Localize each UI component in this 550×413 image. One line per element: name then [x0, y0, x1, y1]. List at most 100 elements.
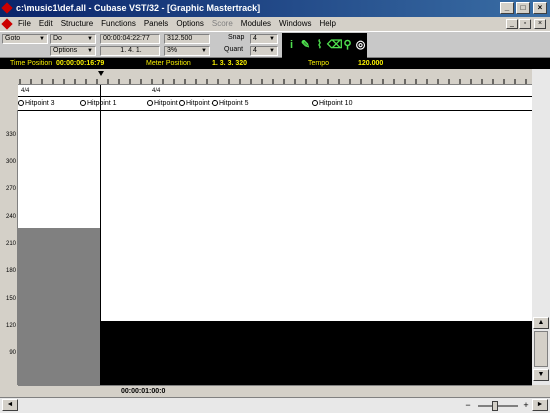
y-tick: 330 — [5, 132, 16, 138]
y-tick: 150 — [5, 296, 16, 302]
zoom-slider-thumb[interactable] — [492, 401, 498, 411]
hitpoint-marker[interactable]: Hitpoint 10 — [312, 100, 352, 107]
document-icon[interactable] — [1, 18, 13, 30]
snap-label: Snap — [228, 34, 245, 41]
ruler-ticks — [19, 71, 527, 84]
tempo-graph-area[interactable]: 4/4 4/4 Hitpoint 3 Hitpoint 1 Hitpoint 2… — [18, 85, 532, 385]
y-tick: 120 — [5, 323, 16, 329]
eraser-tool-icon[interactable]: ⌫ — [327, 35, 343, 55]
meter-position-value: 1. 3. 3. 320 — [212, 60, 248, 67]
tempo-value-field[interactable]: 312.500 — [164, 34, 210, 44]
pencil-tool-icon[interactable]: ✎ — [299, 35, 312, 55]
smpte-field[interactable]: 00:00:04:22:77 — [100, 34, 160, 44]
song-position-marker[interactable] — [98, 71, 104, 76]
time-position-value: 00:00:00:16:79 — [56, 60, 105, 67]
quant-dropdown[interactable]: 4 ▼ — [250, 46, 278, 56]
menu-file[interactable]: File — [14, 17, 35, 31]
app-icon — [1, 2, 13, 14]
time-ruler-label: 00:00:01:00:0 — [121, 388, 166, 395]
zoom-in-icon[interactable]: + — [520, 401, 532, 411]
hitpoint-label: Hitpoint 1 — [87, 100, 117, 107]
menu-bar: File Edit Structure Functions Panels Opt… — [0, 17, 550, 31]
menu-panels[interactable]: Panels — [140, 17, 172, 31]
song-position-line[interactable] — [100, 85, 101, 385]
scroll-up-button[interactable]: ▲ — [533, 317, 549, 329]
hitpoint-knob-icon — [212, 100, 218, 107]
zoom-out-icon[interactable]: − — [462, 401, 474, 411]
time-signature[interactable]: 4/4 — [21, 88, 29, 94]
info-tool-icon[interactable]: i — [285, 35, 298, 55]
hitpoint-row: Hitpoint 3 Hitpoint 1 Hitpoint 2 Hitpoin… — [18, 97, 532, 111]
hitpoint-knob-icon — [312, 100, 318, 107]
hitpoint-label: Hitpoint 5 — [219, 100, 249, 107]
quant-value: 4 — [253, 47, 257, 54]
vertical-scrollbar[interactable]: ▲ ▼ — [532, 69, 550, 385]
percent-dropdown[interactable]: 3% ▼ — [164, 46, 210, 56]
time-ruler[interactable]: 00:00:01:00:0 — [18, 385, 532, 397]
menu-modules[interactable]: Modules — [237, 17, 275, 31]
hitpoint-label: Hitpoint 10 — [319, 100, 353, 107]
tempo-region[interactable] — [101, 321, 532, 385]
do-dropdown[interactable]: Do ▼ — [50, 34, 96, 44]
menu-options[interactable]: Options — [172, 17, 208, 31]
bar-position-field[interactable]: 1. 4. 1. — [100, 46, 160, 56]
minimize-button[interactable]: _ — [500, 2, 514, 14]
hitpoint-knob-icon — [147, 100, 153, 107]
hitpoint-marker[interactable]: Hitpoint 4 — [179, 100, 216, 107]
meter-position-label: Meter Position — [146, 60, 191, 67]
tempo-axis: 330 300 270 240 210 180 150 120 90 — [0, 110, 18, 385]
goto-label: Goto — [5, 35, 21, 42]
hitpoint-knob-icon — [18, 100, 24, 107]
cubase-window: c:\music1\def.all - Cubase VST/32 - [Gra… — [0, 0, 550, 413]
menu-score: Score — [211, 19, 233, 28]
hitpoint-label: Hitpoint 3 — [25, 100, 55, 107]
mdi-restore-button[interactable]: ▫ — [519, 19, 531, 29]
scroll-right-button[interactable]: ► — [532, 399, 548, 411]
scroll-thumb[interactable] — [534, 331, 548, 367]
y-tick: 270 — [5, 186, 16, 192]
hitpoint-knob-icon — [179, 100, 185, 107]
tempo-value: 120.000 — [358, 60, 384, 67]
window-title: c:\music1\def.all - Cubase VST/32 - [Gra… — [16, 3, 261, 13]
hitpoint-marker[interactable]: Hitpoint 3 — [18, 100, 55, 107]
options-dropdown[interactable]: Options ▼ — [50, 46, 96, 56]
horizontal-scrollbar[interactable]: ◄ ► − + — [0, 397, 550, 413]
hitpoint-marker[interactable]: Hitpoint 5 — [212, 100, 249, 107]
y-tick: 90 — [9, 350, 16, 356]
percent-label: 3% — [167, 47, 178, 54]
y-tick: 300 — [5, 159, 16, 165]
snap-dropdown[interactable]: 4 ▼ — [250, 34, 278, 44]
menu-windows[interactable]: Windows — [275, 17, 315, 31]
scroll-down-button[interactable]: ▼ — [533, 369, 549, 381]
snap-value: 4 — [253, 35, 257, 42]
close-button[interactable]: × — [533, 2, 547, 14]
scroll-left-button[interactable]: ◄ — [2, 399, 18, 411]
y-tick: 210 — [5, 241, 16, 247]
hitpoint-marker[interactable]: Hitpoint 1 — [80, 100, 117, 107]
options-label: Options — [53, 47, 78, 54]
marker-tool-icon[interactable]: ◎ — [354, 35, 367, 55]
time-signature[interactable]: 4/4 — [152, 88, 160, 94]
bar-ruler[interactable] — [18, 69, 532, 85]
goto-dropdown[interactable]: Goto ▼ — [2, 34, 48, 44]
signature-row: 4/4 4/4 — [18, 85, 532, 97]
menu-structure[interactable]: Structure — [57, 17, 97, 31]
draw-tool-icon[interactable]: ⌇ — [313, 35, 326, 55]
quant-label: Quant — [224, 46, 244, 53]
menu-functions[interactable]: Functions — [97, 17, 140, 31]
toolbar: Goto ▼ Do ▼ Options ▼ 00:00:04:22:77 1. 4. … — [0, 31, 550, 58]
menu-edit[interactable]: Edit — [35, 17, 57, 31]
y-tick: 180 — [5, 268, 16, 274]
tempo-label: Tempo — [308, 60, 330, 67]
tool-palette: i ✎ ⌇ ⌫ ⚲ ◎ — [282, 33, 367, 58]
maximize-button[interactable]: □ — [516, 2, 530, 14]
menu-help[interactable]: Help — [316, 17, 340, 31]
time-position-label: Time Position — [10, 60, 53, 67]
magnify-tool-icon[interactable]: ⚲ — [341, 35, 354, 55]
title-bar: c:\music1\def.all - Cubase VST/32 - [Gra… — [0, 0, 550, 17]
mdi-close-button[interactable]: × — [534, 19, 546, 29]
y-tick: 240 — [5, 214, 16, 220]
zoom-slider[interactable] — [478, 405, 518, 407]
mdi-minimize-button[interactable]: _ — [506, 19, 518, 29]
tempo-region-before — [18, 228, 100, 385]
